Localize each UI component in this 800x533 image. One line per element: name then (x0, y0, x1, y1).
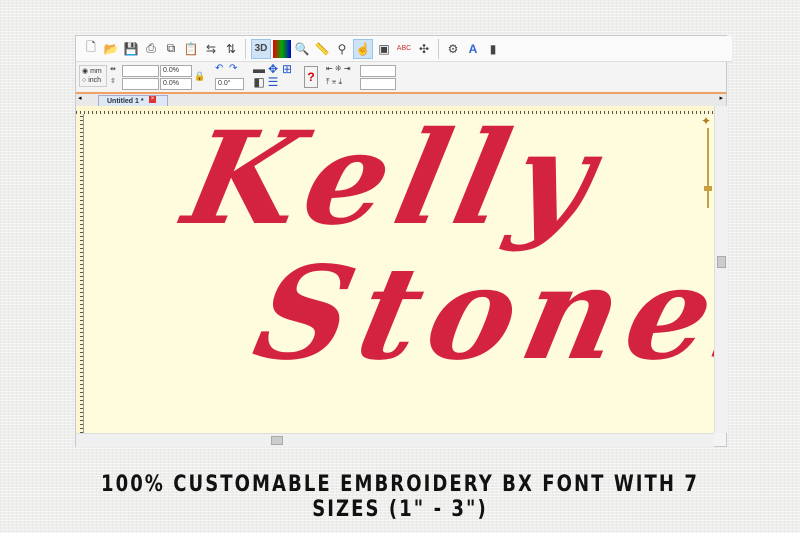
measure-icon[interactable]: 📏 (313, 40, 331, 58)
contrast-icon[interactable]: ◧ (253, 75, 265, 89)
vspacing-icons[interactable]: ⤒ ⁜ ⤓ (326, 77, 342, 87)
rotate-left-icon[interactable]: ↶ (215, 63, 223, 74)
lock-ratio-icon[interactable]: 🔒 (194, 71, 205, 82)
save-icon[interactable]: 💾 (122, 40, 140, 58)
scroll-thumb[interactable] (271, 436, 283, 445)
open-icon[interactable]: 📂 (102, 40, 120, 58)
list-icon[interactable]: ☰ (267, 75, 279, 89)
vertical-ruler (76, 114, 84, 433)
width-input[interactable] (122, 65, 159, 77)
divider (245, 38, 246, 59)
flip-icon[interactable]: ⇅ (222, 40, 240, 58)
unit-inch-label: inch (88, 77, 102, 84)
3d-view-icon[interactable]: 3D (251, 38, 271, 59)
color-chart-icon[interactable] (273, 39, 291, 58)
unit-inch-radio[interactable]: ○ inch (82, 77, 101, 84)
spacing-icons[interactable]: ⇤ ⁜ ⇥ (326, 64, 351, 73)
line-spacing-input[interactable] (360, 78, 396, 90)
text-abc-icon[interactable]: ABC (395, 40, 413, 58)
design-canvas[interactable]: Kelly Stones ✦ (84, 114, 714, 433)
vertical-scrollbar[interactable] (714, 106, 727, 433)
tab-scroll-left-icon[interactable]: ◂ (78, 94, 82, 102)
divider (438, 38, 439, 59)
rotation-input[interactable]: 0.0° (215, 78, 244, 90)
main-toolbar: 🗋 📂 💾 ⎙ ⧉ 📋 ⇆ ⇅ 3D 🔍 📏 ⚲ ☝ ▣ ABC ✣ ⚙ A ▮ (76, 36, 732, 62)
design-text-line1[interactable]: Kelly (173, 114, 616, 254)
height-percent-input[interactable]: 0.0% (160, 78, 192, 90)
property-toolbar: ◉ mm ○ inch ⇹ ⇳ 0.0% 0.0% 🔒 ↶ ↷ 0.0° ▬ ✥… (76, 62, 726, 92)
horizontal-scrollbar[interactable] (76, 433, 714, 447)
background-icon[interactable]: ▣ (375, 40, 393, 58)
tab-label: Untitled 1 * (107, 98, 144, 105)
center-icon[interactable]: ✥ (267, 62, 279, 76)
mirror-icon[interactable]: ⇆ (202, 40, 220, 58)
unit-mm-label: mm (90, 68, 102, 75)
rotate-right-icon[interactable]: ↷ (229, 63, 237, 74)
hand-select-icon[interactable]: ☝ (353, 38, 373, 59)
height-icon: ⇳ (110, 78, 116, 85)
zoom-slider[interactable] (707, 128, 709, 208)
paste-icon[interactable]: 📋 (182, 40, 200, 58)
zoom-icon[interactable]: 🔍 (293, 40, 311, 58)
hoop-icon[interactable]: ⚲ (333, 40, 351, 58)
width-icon: ⇹ (110, 66, 116, 73)
align-icon[interactable]: ▬ (253, 62, 265, 76)
design-text-line2[interactable]: Stones (243, 239, 714, 389)
width-percent-input[interactable]: 0.0% (160, 65, 192, 77)
height-input[interactable] (122, 78, 159, 90)
zoom-slider-thumb[interactable] (704, 186, 712, 191)
grid-icon[interactable]: ⊞ (281, 62, 293, 76)
print-icon[interactable]: ⎙ (142, 40, 160, 58)
unit-mm-radio[interactable]: ◉ mm (82, 67, 102, 75)
spacing-input[interactable] (360, 65, 396, 77)
new-icon[interactable]: 🗋 (82, 40, 100, 58)
font-a-icon[interactable]: A (464, 40, 482, 58)
close-tab-icon[interactable]: × (149, 96, 156, 103)
scroll-thumb[interactable] (717, 256, 726, 268)
tab-scroll-right-icon[interactable]: ▸ (719, 94, 723, 102)
compass-icon[interactable]: ✦ (701, 114, 711, 128)
editor-window: 🗋 📂 💾 ⎙ ⧉ 📋 ⇆ ⇅ 3D 🔍 📏 ⚲ ☝ ▣ ABC ✣ ⚙ A ▮… (75, 35, 732, 447)
settings-icon[interactable]: ⚙ (444, 40, 462, 58)
copy-icon[interactable]: ⧉ (162, 40, 180, 58)
stitch-icon[interactable]: ▮ (484, 40, 502, 58)
promo-caption: 100% CUSTOMABLE EMBROIDERY BX FONT WITH … (100, 472, 699, 522)
tab-bar: ◂ Untitled 1 * × ▸ (76, 94, 726, 108)
help-icon[interactable]: ? (304, 66, 318, 88)
network-icon[interactable]: ✣ (415, 40, 433, 58)
